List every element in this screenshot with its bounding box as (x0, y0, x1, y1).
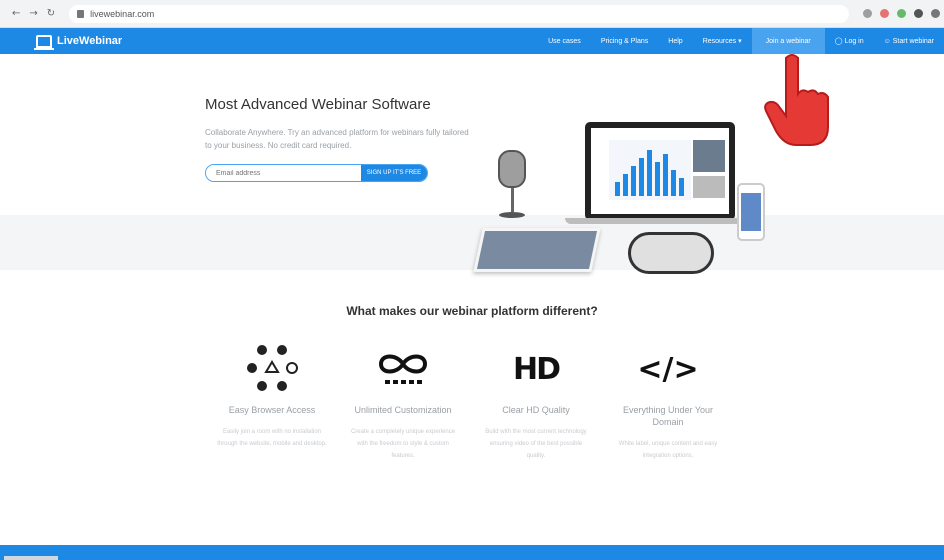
feature-customization: Unlimited Customization Create a complet… (348, 340, 458, 462)
code-icon: </> (637, 351, 699, 387)
lock-icon (77, 9, 85, 18)
pointing-hand-icon (764, 54, 829, 146)
vr-headset-illustration (628, 232, 714, 274)
feature-title: Unlimited Customization (354, 405, 452, 415)
reload-icon[interactable]: ↻ (47, 8, 55, 19)
signup-button[interactable]: SIGN UP IT'S FREE (361, 165, 427, 181)
tablet-illustration (473, 228, 601, 272)
features-heading: What makes our webinar platform differen… (346, 304, 598, 318)
phone-illustration (737, 183, 765, 241)
profile-icon[interactable] (931, 9, 941, 18)
back-icon[interactable]: ← (12, 8, 20, 19)
forward-icon[interactable]: → (29, 8, 37, 19)
infinity-icon (348, 340, 458, 398)
menu-use-cases[interactable]: Use cases (538, 38, 591, 45)
menu-resources[interactable]: Resources ▾ (693, 37, 752, 45)
extension-icon[interactable] (880, 9, 890, 18)
feature-hd-quality: HD Clear HD Quality Build with the most … (481, 340, 591, 462)
footer-band (0, 545, 944, 560)
url-text: livewebinar.com (90, 8, 155, 19)
logo-mark-icon (34, 34, 54, 50)
login-icon: ◯ (834, 38, 843, 45)
address-bar[interactable]: livewebinar.com (69, 4, 850, 23)
login-link[interactable]: ◯ Log in (825, 37, 874, 45)
browser-toolbar: ← → ↻ livewebinar.com (0, 0, 944, 28)
login-label: Log in (844, 38, 864, 45)
devices-icon (217, 340, 327, 398)
extension-icon[interactable] (863, 9, 873, 18)
user-icon: ☺ (883, 37, 891, 45)
feature-description: Create a completely unique experience wi… (350, 429, 456, 459)
feature-description: Build with the most current technology e… (485, 429, 587, 459)
feature-description: White label, unique content and easy int… (618, 441, 718, 459)
signup-form: SIGN UP IT'S FREE (205, 164, 428, 182)
logo[interactable]: LiveWebinar (34, 34, 123, 50)
start-webinar-link[interactable]: ☺ Start webinar (874, 38, 944, 45)
feature-browser-access: Easy Browser Access Easily join a room w… (217, 340, 327, 450)
chevron-down-icon: ▾ (738, 38, 742, 45)
extension-icon[interactable] (897, 9, 907, 18)
menu-pricing[interactable]: Pricing & Plans (591, 38, 658, 45)
feature-title: Clear HD Quality (502, 405, 570, 415)
start-webinar-label: Start webinar (892, 37, 934, 45)
laptop-illustration (585, 122, 735, 220)
extension-icon[interactable] (914, 9, 924, 18)
hero-band (0, 215, 944, 270)
footer-tag (4, 556, 58, 560)
hero-description: Collaborate Anywhere. Try an advanced pl… (205, 128, 469, 150)
menu-resources-label: Resources (702, 38, 737, 45)
laptop-chart-graphic (609, 140, 691, 200)
video-tile-graphic (693, 140, 725, 172)
feature-own-domain: </> Everything Under Your Domain White l… (613, 340, 723, 462)
microphone-illustration (498, 150, 526, 218)
feature-description: Easily join a room with no installation … (217, 429, 327, 447)
main-menu: Use cases Pricing & Plans Help Resources… (538, 28, 944, 54)
video-tile-graphic (693, 176, 725, 198)
feature-title: Easy Browser Access (228, 405, 316, 415)
email-input[interactable] (206, 165, 361, 181)
laptop-base-illustration (565, 218, 755, 224)
menu-help[interactable]: Help (658, 38, 692, 45)
feature-title: Everything Under Your Domain (622, 405, 714, 427)
hd-icon: HD (512, 351, 561, 387)
brand-name: LiveWebinar (57, 35, 123, 47)
hero-title: Most Advanced Webinar Software (205, 96, 431, 113)
